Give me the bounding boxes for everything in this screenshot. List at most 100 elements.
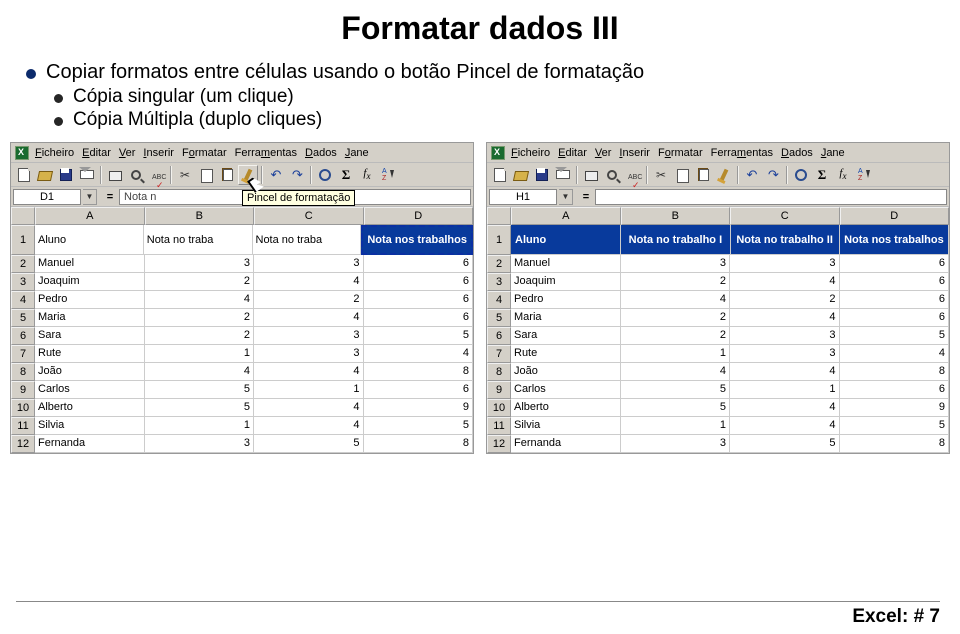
- open-icon[interactable]: [511, 165, 531, 185]
- cell[interactable]: 4: [730, 309, 840, 327]
- cell[interactable]: 4: [730, 363, 840, 381]
- cell[interactable]: 4: [145, 363, 255, 381]
- menu-inserir[interactable]: Inserir: [140, 146, 177, 160]
- cell[interactable]: 6: [840, 381, 950, 399]
- cell[interactable]: Sara: [511, 327, 621, 345]
- cell[interactable]: 4: [254, 309, 364, 327]
- cell[interactable]: Fernanda: [35, 435, 145, 453]
- cell[interactable]: 9: [364, 399, 474, 417]
- cell[interactable]: 3: [621, 435, 731, 453]
- row-header[interactable]: 11: [487, 417, 511, 435]
- cell[interactable]: 6: [364, 291, 474, 309]
- col-header[interactable]: A: [511, 207, 621, 225]
- save-icon[interactable]: [532, 165, 552, 185]
- redo-icon[interactable]: ↶: [763, 165, 783, 185]
- cell[interactable]: Joaquim: [35, 273, 145, 291]
- cell[interactable]: Nota nos trabalhos: [840, 225, 949, 255]
- cell[interactable]: 5: [840, 327, 950, 345]
- undo-icon[interactable]: ↶: [266, 165, 286, 185]
- cell[interactable]: Aluno: [35, 225, 144, 255]
- menu-ver[interactable]: Ver: [592, 146, 615, 160]
- name-box[interactable]: H1: [489, 189, 557, 205]
- row-header[interactable]: 8: [487, 363, 511, 381]
- cell[interactable]: 4: [254, 417, 364, 435]
- formula-input[interactable]: [595, 189, 947, 205]
- cell[interactable]: Fernanda: [511, 435, 621, 453]
- row-header[interactable]: 6: [487, 327, 511, 345]
- cell[interactable]: Silvia: [35, 417, 145, 435]
- cell[interactable]: Pedro: [511, 291, 621, 309]
- row-header[interactable]: 1: [11, 225, 35, 255]
- print-icon[interactable]: [105, 165, 125, 185]
- cell[interactable]: 4: [840, 345, 950, 363]
- row-header[interactable]: 2: [487, 255, 511, 273]
- row-header[interactable]: 12: [11, 435, 35, 453]
- mail-icon[interactable]: [553, 165, 573, 185]
- col-header[interactable]: D: [364, 207, 474, 225]
- row-header[interactable]: 3: [11, 273, 35, 291]
- col-header[interactable]: A: [35, 207, 145, 225]
- cell[interactable]: Rute: [35, 345, 145, 363]
- cell[interactable]: Carlos: [35, 381, 145, 399]
- cell[interactable]: 2: [145, 309, 255, 327]
- cell[interactable]: Aluno: [511, 225, 621, 255]
- print-preview-icon[interactable]: [602, 165, 622, 185]
- sort-asc-icon[interactable]: [854, 165, 874, 185]
- paste-icon[interactable]: [693, 165, 713, 185]
- copy-icon[interactable]: [196, 165, 216, 185]
- select-all-corner[interactable]: [487, 207, 511, 225]
- name-box-dropdown[interactable]: ▼: [559, 189, 573, 205]
- cut-icon[interactable]: ✂: [651, 165, 671, 185]
- cell[interactable]: Silvia: [511, 417, 621, 435]
- row-header[interactable]: 2: [11, 255, 35, 273]
- cell[interactable]: Alberto: [35, 399, 145, 417]
- cell[interactable]: 2: [621, 327, 731, 345]
- cell[interactable]: 4: [254, 273, 364, 291]
- cell[interactable]: 2: [730, 291, 840, 309]
- col-header[interactable]: B: [621, 207, 731, 225]
- cell[interactable]: 6: [840, 273, 950, 291]
- mail-icon[interactable]: [77, 165, 97, 185]
- cell[interactable]: 8: [364, 363, 474, 381]
- hyperlink-icon[interactable]: [315, 165, 335, 185]
- print-preview-icon[interactable]: [126, 165, 146, 185]
- menu-dados[interactable]: Dados: [302, 146, 340, 160]
- cell[interactable]: 5: [145, 399, 255, 417]
- cell[interactable]: 4: [730, 399, 840, 417]
- cell[interactable]: 6: [840, 309, 950, 327]
- function-icon[interactable]: fx: [357, 165, 377, 185]
- row-header[interactable]: 4: [11, 291, 35, 309]
- row-header[interactable]: 1: [487, 225, 511, 255]
- select-all-corner[interactable]: [11, 207, 35, 225]
- cell[interactable]: Manuel: [511, 255, 621, 273]
- cell[interactable]: Manuel: [35, 255, 145, 273]
- cell[interactable]: 3: [254, 255, 364, 273]
- row-header[interactable]: 3: [487, 273, 511, 291]
- cell[interactable]: 2: [145, 273, 255, 291]
- menu-ver[interactable]: Ver: [116, 146, 139, 160]
- cell[interactable]: 9: [840, 399, 950, 417]
- cell[interactable]: 8: [840, 363, 950, 381]
- menu-formatar[interactable]: Formatar: [655, 146, 706, 160]
- row-header[interactable]: 10: [487, 399, 511, 417]
- cell[interactable]: Nota no traba: [253, 225, 362, 255]
- cell[interactable]: Carlos: [511, 381, 621, 399]
- menu-editar[interactable]: Editar: [555, 146, 590, 160]
- cell[interactable]: 3: [730, 255, 840, 273]
- row-header[interactable]: 7: [487, 345, 511, 363]
- cell[interactable]: Joaquim: [511, 273, 621, 291]
- row-header[interactable]: 10: [11, 399, 35, 417]
- cut-icon[interactable]: ✂: [175, 165, 195, 185]
- col-header[interactable]: B: [145, 207, 255, 225]
- cell[interactable]: 3: [145, 435, 255, 453]
- cell[interactable]: 8: [364, 435, 474, 453]
- cell[interactable]: 5: [730, 435, 840, 453]
- cell[interactable]: Nota no trabalho II: [731, 225, 840, 255]
- col-header[interactable]: C: [730, 207, 840, 225]
- cell[interactable]: 2: [254, 291, 364, 309]
- cell[interactable]: 4: [730, 273, 840, 291]
- hyperlink-icon[interactable]: [791, 165, 811, 185]
- copy-icon[interactable]: [672, 165, 692, 185]
- cell[interactable]: 6: [364, 255, 474, 273]
- col-header[interactable]: C: [254, 207, 364, 225]
